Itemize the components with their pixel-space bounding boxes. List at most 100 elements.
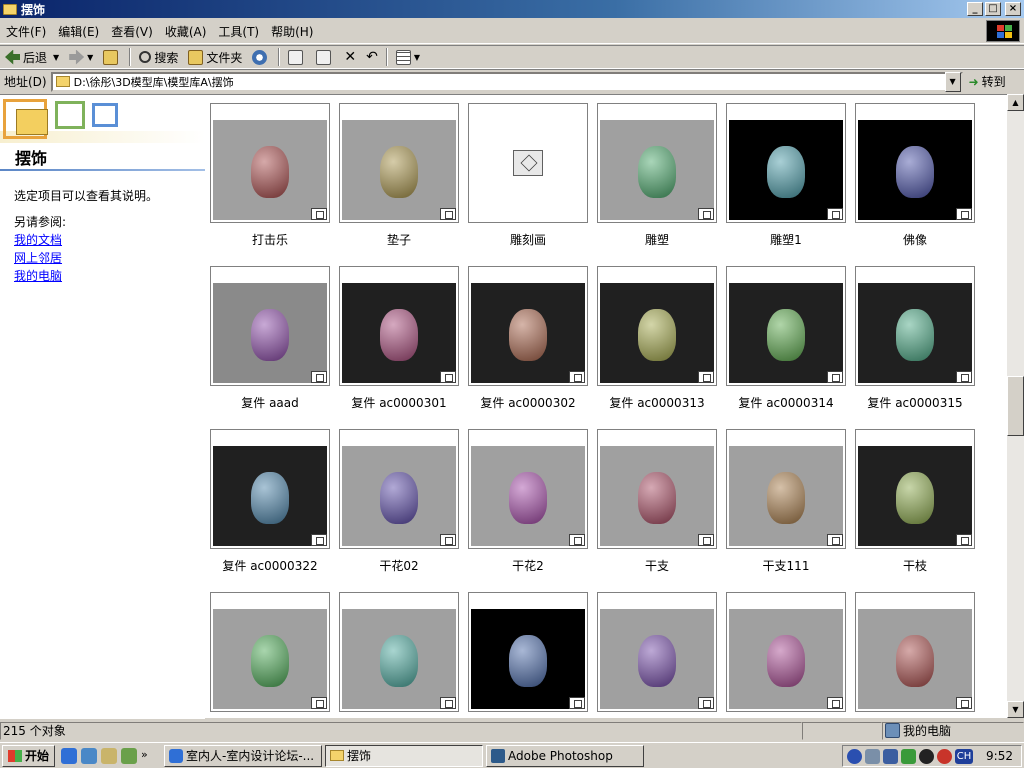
folders-button[interactable]: 文件夹 bbox=[183, 46, 247, 68]
thumbnail-item[interactable]: 干支 bbox=[597, 429, 717, 579]
copy-to-button[interactable] bbox=[311, 46, 339, 68]
taskbar: 开始 » 室内人-室内设计论坛-... 摆饰 Adobe Photoshop C… bbox=[0, 742, 1024, 768]
thumbnail-item[interactable]: 干枝 bbox=[855, 429, 975, 579]
thumbnail-preview bbox=[342, 446, 456, 546]
max-file-icon bbox=[698, 534, 714, 546]
up-button[interactable] bbox=[98, 46, 126, 68]
goto-button[interactable]: ➜ 转到 bbox=[969, 73, 1006, 90]
task-photoshop[interactable]: Adobe Photoshop bbox=[486, 744, 645, 767]
scroll-up-button[interactable]: ▲ bbox=[1007, 94, 1024, 111]
delete-button[interactable]: ✕ bbox=[339, 46, 361, 68]
thumbnail-item[interactable]: 复件 ac0000313 bbox=[597, 266, 717, 416]
folder-icon bbox=[55, 76, 70, 87]
link-network-places[interactable]: 网上邻居 bbox=[14, 249, 62, 266]
thumbnail-item[interactable]: 复件 ac0000301 bbox=[339, 266, 459, 416]
shield-icon[interactable] bbox=[847, 748, 862, 764]
thumbnail-frame bbox=[597, 592, 717, 712]
undo-button[interactable]: ↶ bbox=[361, 46, 383, 68]
thumbnail-item[interactable]: 复件 ac0000314 bbox=[726, 266, 846, 416]
thumbnail-item[interactable]: 雕刻画 bbox=[468, 103, 588, 253]
address-value: D:\徐彤\3D模型库\模型库A\摆饰 bbox=[73, 75, 234, 89]
desktop-icon[interactable] bbox=[101, 747, 118, 764]
thumbnail-frame bbox=[855, 592, 975, 712]
model-shape bbox=[638, 472, 676, 524]
qq-icon[interactable] bbox=[919, 748, 934, 764]
copy-to-icon bbox=[316, 49, 332, 65]
menu-tools[interactable]: 工具(T) bbox=[212, 23, 265, 40]
minimize-button[interactable]: _ bbox=[967, 2, 983, 16]
thumbnail-frame bbox=[855, 266, 975, 386]
chevron-down-icon[interactable]: ▼ bbox=[87, 53, 93, 62]
menu-file[interactable]: 文件(F) bbox=[0, 23, 52, 40]
move-to-button[interactable] bbox=[283, 46, 311, 68]
close-button[interactable]: × bbox=[1005, 2, 1021, 16]
max-file-icon bbox=[569, 697, 585, 709]
max-file-icon bbox=[440, 534, 456, 546]
chevron-down-icon[interactable]: ▼ bbox=[53, 53, 59, 62]
antivirus-icon[interactable] bbox=[883, 748, 898, 764]
max-file-icon bbox=[569, 534, 585, 546]
link-my-documents[interactable]: 我的文档 bbox=[14, 231, 62, 248]
folders-label: 文件夹 bbox=[206, 50, 243, 65]
model-shape bbox=[638, 146, 676, 198]
maximize-button[interactable]: □ bbox=[985, 2, 1001, 16]
thumbnail-item[interactable]: 佛像 bbox=[855, 103, 975, 253]
model-shape bbox=[896, 472, 934, 524]
thumbnail-preview bbox=[471, 609, 585, 709]
thumbnail-frame bbox=[468, 592, 588, 712]
thumbnail-item[interactable]: 雕塑 bbox=[597, 103, 717, 253]
thumbnail-item[interactable]: 垫子 bbox=[339, 103, 459, 253]
max-file-icon bbox=[698, 697, 714, 709]
thumbnail-item[interactable]: 复件 ac0000322 bbox=[210, 429, 330, 579]
thumbnail-item[interactable]: 干支111 bbox=[726, 429, 846, 579]
network-icon[interactable] bbox=[865, 748, 880, 764]
object-count: 215 个对象 bbox=[0, 721, 802, 740]
ie-icon[interactable] bbox=[61, 747, 78, 764]
task-ie[interactable]: 室内人-室内设计论坛-... bbox=[164, 744, 323, 767]
chevron-more-icon[interactable]: » bbox=[141, 748, 157, 764]
media-icon[interactable] bbox=[121, 747, 138, 764]
thumbnail-item[interactable]: 复件 ac0000302 bbox=[468, 266, 588, 416]
menu-edit[interactable]: 编辑(E) bbox=[52, 23, 105, 40]
link-my-computer[interactable]: 我的电脑 bbox=[14, 267, 62, 284]
max-file-icon bbox=[956, 534, 972, 546]
zone-label: 我的电脑 bbox=[903, 724, 952, 738]
max-file-icon bbox=[569, 371, 585, 383]
qq-icon[interactable] bbox=[937, 748, 952, 764]
thumbnail-preview bbox=[729, 609, 843, 709]
scroll-down-button[interactable]: ▼ bbox=[1007, 701, 1024, 718]
start-button[interactable]: 开始 bbox=[2, 744, 56, 767]
history-button[interactable] bbox=[247, 46, 275, 68]
toolbar-divider bbox=[278, 48, 281, 66]
task-explorer[interactable]: 摆饰 bbox=[325, 744, 484, 767]
thumbnail-item[interactable]: 干花2 bbox=[468, 429, 588, 579]
selection-hint: 选定项目可以查看其说明。 bbox=[14, 189, 159, 203]
thumbnail-item[interactable]: 复件 aaad bbox=[210, 266, 330, 416]
thumbnail-item[interactable]: 干花02 bbox=[339, 429, 459, 579]
vertical-scrollbar[interactable]: ▲ ▼ bbox=[1007, 94, 1024, 718]
menu-favorites[interactable]: 收藏(A) bbox=[159, 23, 213, 40]
thumbnail-item[interactable]: 雕塑1 bbox=[726, 103, 846, 253]
menu-help[interactable]: 帮助(H) bbox=[265, 23, 319, 40]
model-shape bbox=[251, 146, 289, 198]
thumbnail-item[interactable]: 复件 ac0000315 bbox=[855, 266, 975, 416]
search-button[interactable]: 搜索 bbox=[134, 46, 183, 68]
forward-button[interactable]: ▼ bbox=[64, 46, 98, 68]
window-title: 摆饰 bbox=[21, 2, 46, 17]
title-bar[interactable]: 摆饰 _ □ × bbox=[0, 0, 1024, 18]
move-to-icon bbox=[288, 49, 304, 65]
views-button[interactable]: ▼ bbox=[391, 46, 425, 68]
language-icon[interactable]: CH bbox=[955, 748, 973, 764]
thumbnail-preview bbox=[213, 283, 327, 383]
menu-view[interactable]: 查看(V) bbox=[105, 23, 159, 40]
folder-large-icon bbox=[16, 109, 48, 135]
outlook-icon[interactable] bbox=[81, 747, 98, 764]
scroll-thumb[interactable] bbox=[1007, 376, 1024, 436]
thumbnail-preview bbox=[342, 120, 456, 220]
green-arrow-icon[interactable] bbox=[901, 748, 916, 764]
address-dropdown-button[interactable]: ▼ bbox=[944, 71, 961, 92]
address-bar: 地址(D) D:\徐彤\3D模型库\模型库A\摆饰 ▼ ➜ 转到 bbox=[0, 69, 1024, 93]
address-field[interactable]: D:\徐彤\3D模型库\模型库A\摆饰 ▼ bbox=[50, 71, 963, 92]
back-button[interactable]: 后退 ▼ bbox=[0, 46, 64, 68]
thumbnail-item[interactable]: 打击乐 bbox=[210, 103, 330, 253]
